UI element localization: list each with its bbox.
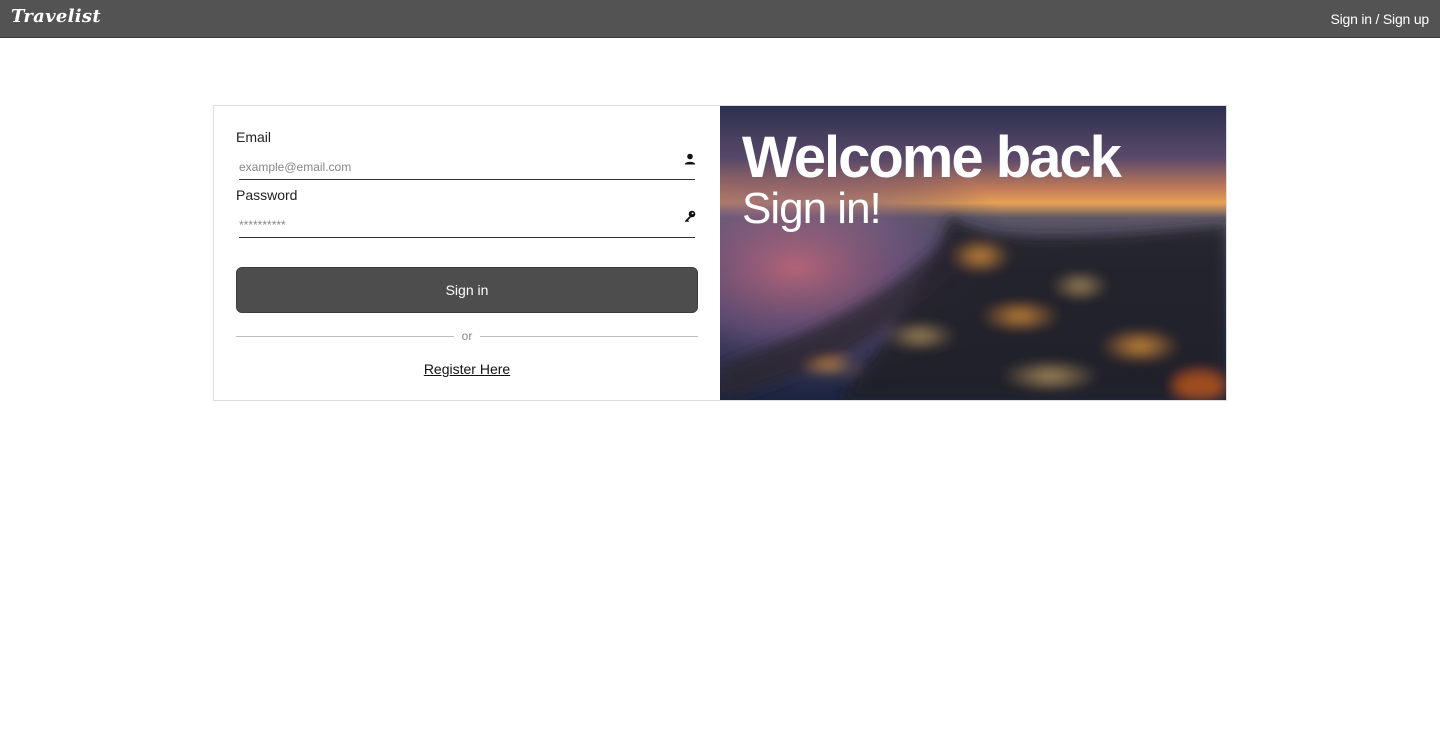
signin-card: Email Password Sign in or Register Here [213, 105, 1227, 401]
hero-image-panel: Welcome back Sign in! [720, 106, 1226, 400]
key-icon [683, 208, 697, 223]
user-icon [683, 151, 697, 165]
password-label: Password [236, 187, 298, 203]
signin-signup-link[interactable]: Sign in / Sign up [1330, 11, 1429, 27]
divider-or-text: or [461, 329, 473, 343]
divider-line-right [480, 336, 698, 337]
top-navbar: Travelist Sign in / Sign up [0, 0, 1440, 38]
password-field[interactable] [239, 212, 695, 238]
app-logo[interactable]: Travelist [11, 6, 101, 27]
divider-line-left [236, 336, 454, 337]
signin-button[interactable]: Sign in [236, 267, 698, 313]
hero-subtitle: Sign in! [742, 184, 882, 233]
email-field[interactable] [239, 154, 695, 180]
email-label: Email [236, 129, 272, 145]
signin-form: Email Password Sign in or Register Here [214, 106, 720, 400]
hero-title: Welcome back [742, 125, 1122, 190]
register-link[interactable]: Register Here [214, 361, 720, 377]
